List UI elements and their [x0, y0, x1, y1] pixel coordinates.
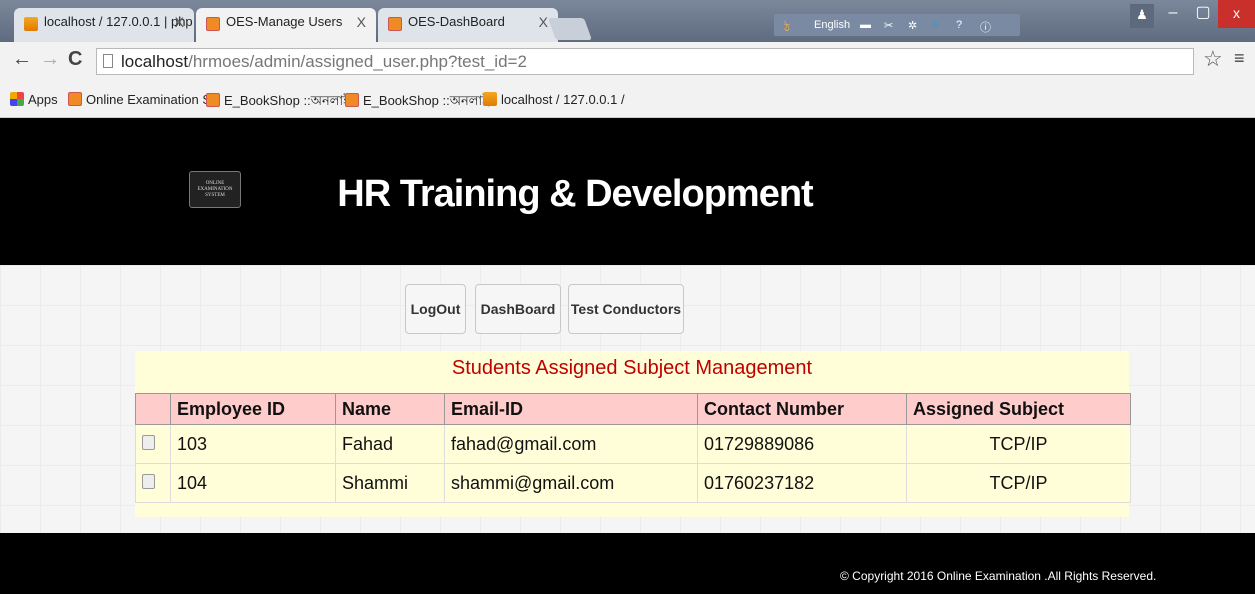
- bookmark-label: Apps: [28, 92, 58, 107]
- bookmark-apps[interactable]: Apps: [10, 92, 58, 107]
- apps-icon: [10, 92, 24, 106]
- url-path: /hrmoes/admin/assigned_user.php?test_id=…: [188, 52, 527, 71]
- browser-tab-strip: localhost / 127.0.0.1 | php X OES-Manage…: [0, 0, 1255, 42]
- help-icon[interactable]: ?: [956, 19, 962, 31]
- column-header: Employee ID: [170, 393, 336, 425]
- oes-icon: [68, 92, 82, 106]
- address-bar[interactable]: localhost/hrmoes/admin/assigned_user.php…: [96, 48, 1194, 75]
- bookmark-label: localhost / 127.0.0.1 /: [501, 92, 625, 107]
- contact-cell: 01729889086: [697, 424, 907, 464]
- subject-cell: TCP/IP: [906, 424, 1131, 464]
- tab-title: localhost / 127.0.0.1 | php: [44, 14, 193, 29]
- settings-icon[interactable]: ✲: [908, 19, 917, 32]
- row-select-cell: [135, 424, 171, 464]
- ime-language[interactable]: English: [814, 19, 850, 31]
- copyright-text: © Copyright 2016 Online Examination .All…: [840, 569, 1157, 583]
- site-footer: © Copyright 2016 Online Examination .All…: [0, 533, 1255, 594]
- bookmark-localhost[interactable]: localhost / 127.0.0.1 /: [483, 92, 625, 107]
- chrome-menu-icon[interactable]: ≡: [1234, 48, 1245, 69]
- page-title: HR Training & Development: [337, 173, 813, 215]
- minimize-icon[interactable]: –: [1158, 0, 1188, 28]
- tab-title: OES-Manage Users: [226, 14, 343, 29]
- row-checkbox[interactable]: [142, 473, 155, 489]
- tab-manage-users[interactable]: OES-Manage Users X: [196, 8, 376, 42]
- column-header: Contact Number: [697, 393, 907, 425]
- table-header-row: Employee ID Name Email-ID Contact Number…: [135, 393, 1131, 425]
- column-header: Name: [335, 393, 445, 425]
- browser-icon[interactable]: e: [932, 19, 938, 31]
- close-window-icon[interactable]: x: [1218, 0, 1255, 28]
- oes-icon: [388, 17, 402, 31]
- pma-icon: [24, 17, 38, 31]
- table-row: 104 Shammi shammi@gmail.com 01760237182 …: [135, 463, 1131, 503]
- site-header: ONLINE EXAMINATION SYSTEM HR Training & …: [0, 118, 1255, 265]
- page-icon: [103, 54, 113, 68]
- back-icon[interactable]: ←: [12, 48, 32, 71]
- contact-cell: 01760237182: [697, 463, 907, 503]
- url-host: localhost: [121, 52, 189, 71]
- bookmark-ebookshop-2[interactable]: E_BookShop ::অনলাই: [345, 92, 489, 113]
- employee-id-cell: 104: [170, 463, 336, 503]
- bookmark-online-examination[interactable]: Online Examination S: [68, 92, 211, 107]
- oes-icon: [345, 93, 359, 107]
- user-profile-icon[interactable]: ♟: [1130, 4, 1154, 28]
- browser-toolbar: ← → C localhost/hrmoes/admin/assigned_us…: [0, 42, 1255, 82]
- panel-title: Students Assigned Subject Management: [451, 357, 813, 379]
- keyboard-icon[interactable]: ▬: [860, 19, 871, 31]
- bookmarks-bar: Apps Online Examination S E_BookShop ::অ…: [0, 82, 1255, 118]
- name-cell: Shammi: [335, 463, 445, 503]
- select-column-header: [135, 393, 171, 425]
- bookmark-label: E_BookShop ::অনলাই: [363, 93, 489, 108]
- employee-id-cell: 103: [170, 424, 336, 464]
- maximize-icon[interactable]: ▢: [1188, 0, 1218, 28]
- reload-icon[interactable]: C: [68, 48, 82, 71]
- tab-close-icon[interactable]: X: [539, 14, 548, 30]
- oes-icon: [206, 17, 220, 31]
- email-cell: fahad@gmail.com: [444, 424, 698, 464]
- bookmark-label: E_BookShop ::অনলাই: [224, 93, 350, 108]
- info-icon[interactable]: ⓘ: [980, 19, 991, 35]
- table-row: 103 Fahad fahad@gmail.com 01729889086 TC…: [135, 424, 1131, 464]
- bookmark-label: Online Examination S: [86, 92, 212, 107]
- tools-icon[interactable]: ✂: [884, 19, 893, 32]
- tab-phpmyadmin[interactable]: localhost / 127.0.0.1 | php X: [14, 8, 194, 42]
- oes-icon: [206, 93, 220, 107]
- logout-button[interactable]: LogOut: [405, 284, 466, 334]
- column-header: Email-ID: [444, 393, 698, 425]
- tab-close-icon[interactable]: X: [357, 14, 366, 30]
- forward-icon[interactable]: →: [40, 48, 60, 71]
- subject-cell: TCP/IP: [906, 463, 1131, 503]
- ime-logo-icon: ঠ: [784, 22, 790, 34]
- bookmark-star-icon[interactable]: ☆: [1203, 46, 1223, 72]
- tab-title: OES-DashBoard: [408, 14, 505, 29]
- row-checkbox[interactable]: [142, 434, 155, 450]
- bookmark-ebookshop-1[interactable]: E_BookShop ::অনলাই: [206, 92, 350, 113]
- assigned-subject-table: Employee ID Name Email-ID Contact Number…: [135, 393, 1131, 503]
- row-select-cell: [135, 463, 171, 503]
- tab-dashboard[interactable]: OES-DashBoard X: [378, 8, 558, 42]
- test-conductors-button[interactable]: Test Conductors: [568, 284, 684, 334]
- name-cell: Fahad: [335, 424, 445, 464]
- dashboard-button[interactable]: DashBoard: [475, 284, 561, 334]
- new-tab-button[interactable]: [547, 18, 593, 40]
- tab-close-icon[interactable]: X: [175, 14, 184, 30]
- column-header: Assigned Subject: [906, 393, 1131, 425]
- pma-icon: [483, 92, 497, 106]
- email-cell: shammi@gmail.com: [444, 463, 698, 503]
- ime-toolbar[interactable]: ঠ English ▬ ✂ ✲ e ? ⓘ: [774, 14, 1020, 36]
